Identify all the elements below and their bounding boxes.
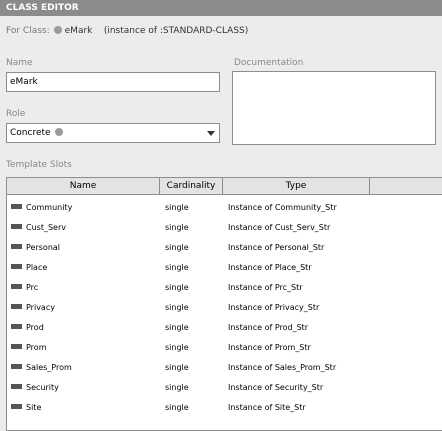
documentation-label: Documentation [234,58,304,68]
for-class-label: For Class: [6,26,50,36]
slot-icon [11,284,22,289]
table-row[interactable]: Community single Instance of Community_Str [7,198,442,218]
slot-icon [11,384,22,389]
slot-type: Instance of Prom_Str [228,343,311,352]
table-row[interactable]: Site single Instance of Site_Str [7,398,442,418]
slot-icon [11,204,22,209]
slot-cardinality: single [165,243,189,252]
slot-icon [11,324,22,329]
table-row[interactable]: Prod single Instance of Prod_Str [7,318,442,338]
slot-cardinality: single [165,383,189,392]
slot-type: Instance of Personal_Str [228,243,325,252]
column-header-type[interactable]: Type [223,178,370,195]
slot-name-cell: Cust_Serv [11,218,66,238]
slot-type: Instance of Privacy_Str [228,303,320,312]
slot-type: Instance of Cust_Serv_Str [228,223,331,232]
slot-cardinality: single [165,283,189,292]
table-row[interactable]: Cust_Serv single Instance of Cust_Serv_Str [7,218,442,238]
slot-cardinality: single [165,203,189,212]
template-slots-table: Name Cardinality Type Community single Ins… [6,177,442,431]
slot-name: Security [26,383,59,392]
table-row[interactable]: Privacy single Instance of Privacy_Str [7,298,442,318]
column-header-name[interactable]: Name [7,178,160,195]
class-editor-panel: Name eMark Documentation Role Concrete T… [0,53,442,431]
table-row[interactable]: Security single Instance of Security_Str [7,378,442,398]
slot-name-cell: Prom [11,338,46,358]
slot-icon [11,404,22,409]
slot-type: Instance of Community_Str [228,203,337,212]
table-row[interactable]: Prc single Instance of Prc_Str [7,278,442,298]
name-field[interactable]: eMark [6,72,220,92]
slot-cardinality: single [165,323,189,332]
slot-icon [11,244,22,249]
slot-name: Sales_Prom [26,363,72,372]
table-header: Name Cardinality Type [7,178,442,196]
slot-icon [11,264,22,269]
slot-name-cell: Site [11,398,41,418]
slot-name-cell: Privacy [11,298,55,318]
slot-cardinality: single [165,343,189,352]
class-name: eMark [64,26,93,36]
slot-name: Cust_Serv [26,223,66,232]
slot-name: Place [26,263,48,272]
slot-type: Instance of Prc_Str [228,283,303,292]
slot-icon [11,224,22,229]
table-row[interactable]: Place single Instance of Place_Str [7,258,442,278]
column-header-empty [370,178,442,195]
instance-of-text: (instance of :STANDARD-CLASS) [103,26,249,36]
slot-name: Prom [26,343,47,352]
slot-name-cell: Sales_Prom [11,358,72,378]
editor-title: CLASS EDITOR [0,0,442,16]
slot-name-cell: Prc [11,278,38,298]
slot-name: Prod [26,323,44,332]
role-circle-icon [54,128,63,136]
slot-type: Instance of Prod_Str [228,323,309,332]
slot-name: Personal [26,243,61,252]
template-slots-label: Template Slots [6,160,72,170]
slot-icon [11,344,22,349]
slot-name-cell: Personal [11,238,60,258]
slot-cardinality: single [165,223,189,232]
column-header-cardinality[interactable]: Cardinality [160,178,223,195]
slot-name-cell: Prod [11,318,44,338]
slot-icon [11,304,22,309]
table-row[interactable]: Prom single Instance of Prom_Str [7,338,442,358]
role-label: Role [6,109,26,119]
slot-name: Community [26,203,73,212]
slot-icon [11,364,22,369]
slot-cardinality: single [165,403,189,412]
slot-name: Prc [26,283,39,292]
slot-cardinality: single [165,363,189,372]
slot-name-cell: Place [11,258,47,278]
name-label: Name [6,58,33,68]
slot-cardinality: single [165,303,189,312]
slot-name: Privacy [26,303,55,312]
slot-type: Instance of Place_Str [228,263,312,272]
slot-name-cell: Community [11,198,72,218]
slot-type: Instance of Sales_Prom_Str [228,363,337,372]
documentation-field[interactable] [232,71,436,145]
slot-type: Instance of Security_Str [228,383,324,392]
chevron-down-icon[interactable] [207,131,215,136]
slot-name-cell: Security [11,378,59,398]
slot-cardinality: single [165,263,189,272]
class-circle-icon [53,26,62,34]
slot-type: Instance of Site_Str [228,403,306,412]
table-row[interactable]: Personal single Instance of Personal_Str [7,238,442,258]
role-selected-value: Concrete [10,128,51,138]
role-select[interactable]: Concrete [6,123,220,143]
table-row[interactable]: Sales_Prom single Instance of Sales_Prom_S… [7,358,442,378]
slot-name: Site [26,403,42,412]
for-class-line: For Class: eMark (instance of :STANDARD-C… [0,16,442,53]
